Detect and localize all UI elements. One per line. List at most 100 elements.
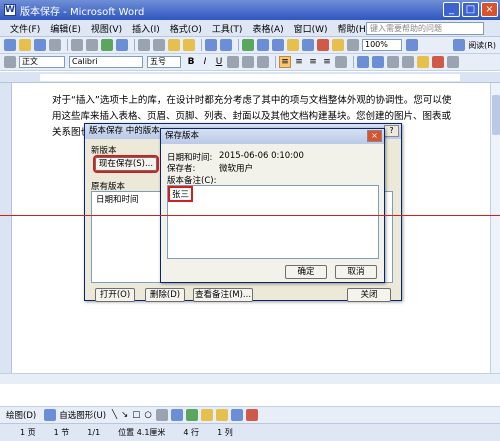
textbox-icon[interactable]: [155, 409, 168, 421]
vertical-ruler[interactable]: [0, 83, 12, 373]
status-bar: 1 页 1 节 1/1 位置 4.1厘米 4 行 1 列: [0, 423, 500, 441]
styles-icon[interactable]: [4, 56, 16, 68]
rectangle-icon[interactable]: □: [132, 410, 140, 420]
select-objects-icon[interactable]: [44, 409, 57, 421]
copy-icon[interactable]: [153, 39, 165, 51]
document-map-icon[interactable]: [332, 39, 344, 51]
line-spacing-icon[interactable]: [335, 56, 347, 68]
phonetic-icon[interactable]: [447, 56, 459, 68]
horizontal-scrollbar[interactable]: [0, 373, 500, 384]
menu-window[interactable]: 窗口(W): [294, 22, 328, 35]
read-label: 阅读(R): [468, 40, 496, 50]
delete-version-button[interactable]: 删除(D): [145, 288, 185, 302]
column-datetime-header[interactable]: 日期和时间: [96, 193, 139, 205]
tables-borders-icon[interactable]: [257, 39, 269, 51]
drawing-icon[interactable]: [317, 39, 329, 51]
italic-button[interactable]: I: [199, 56, 211, 68]
open-folder-icon[interactable]: [19, 39, 31, 51]
font-select[interactable]: Calibri: [69, 56, 143, 68]
print-preview-icon[interactable]: [86, 39, 98, 51]
font-size-select[interactable]: 五号: [147, 56, 181, 68]
paste-icon[interactable]: [168, 39, 180, 51]
font-color-draw-icon[interactable]: [245, 409, 258, 421]
picture-icon[interactable]: [200, 409, 213, 421]
research-icon[interactable]: [116, 39, 128, 51]
saved-by-label: 保存者:: [167, 164, 196, 174]
columns-icon[interactable]: [302, 39, 314, 51]
view-comments-button[interactable]: 查看备注(M)...: [193, 288, 253, 302]
highlight-icon[interactable]: [417, 56, 429, 68]
decrease-indent-icon[interactable]: [387, 56, 399, 68]
line-icon[interactable]: ╲: [112, 410, 117, 420]
format-painter-icon[interactable]: [183, 39, 195, 51]
underline-button[interactable]: U: [213, 56, 225, 68]
fill-color-icon[interactable]: [215, 409, 228, 421]
help-search-input[interactable]: 键入需要帮助的问题: [366, 22, 484, 35]
save-icon[interactable]: [34, 39, 46, 51]
char-scale-icon[interactable]: [257, 56, 269, 68]
read-mode-button[interactable]: 阅读(R): [453, 39, 496, 51]
save-version-close-button[interactable]: ×: [367, 130, 382, 142]
ruler-text-area: [40, 74, 460, 81]
hyperlink-icon[interactable]: [242, 39, 254, 51]
show-hide-icon[interactable]: [347, 39, 359, 51]
bold-button[interactable]: B: [185, 56, 197, 68]
minimize-button[interactable]: _: [443, 2, 460, 17]
cut-icon[interactable]: [138, 39, 150, 51]
menu-table[interactable]: 表格(A): [252, 22, 283, 35]
save-version-dialog: 保存版本 × 日期和时间: 2015-06-06 0:10:00 保存者: 微软…: [160, 128, 385, 283]
maximize-button[interactable]: □: [462, 2, 479, 17]
open-version-button[interactable]: 打开(O): [95, 288, 135, 302]
comment-textarea[interactable]: 张三: [167, 185, 379, 259]
vertical-scrollbar[interactable]: [490, 83, 500, 373]
arrow-icon[interactable]: ↘: [121, 410, 128, 420]
menu-insert[interactable]: 插入(I): [132, 22, 160, 35]
help-icon[interactable]: [406, 39, 418, 51]
line-color-icon[interactable]: [230, 409, 243, 421]
horizontal-ruler[interactable]: [0, 72, 500, 83]
menu-edit[interactable]: 编辑(E): [50, 22, 81, 35]
print-icon[interactable]: [71, 39, 83, 51]
permission-icon[interactable]: [49, 39, 61, 51]
cancel-button[interactable]: 取消: [335, 265, 377, 279]
increase-indent-icon[interactable]: [402, 56, 414, 68]
ok-button[interactable]: 确定: [285, 265, 327, 279]
autoshapes-menu[interactable]: 自选图形(U): [59, 409, 106, 421]
zoom-select[interactable]: 100%: [362, 39, 402, 51]
close-versions-button[interactable]: 关闭: [347, 288, 391, 302]
spelling-icon[interactable]: [101, 39, 113, 51]
versions-dialog-help-button[interactable]: ?: [384, 125, 399, 137]
numbering-icon[interactable]: [357, 56, 369, 68]
oval-icon[interactable]: ○: [144, 410, 151, 420]
bullets-icon[interactable]: [372, 56, 384, 68]
align-justify-icon[interactable]: ≡: [279, 56, 291, 68]
new-document-icon[interactable]: [4, 39, 16, 51]
save-now-button[interactable]: 现在保存(S)...: [93, 155, 159, 173]
menu-view[interactable]: 视图(V): [91, 22, 122, 35]
style-select[interactable]: 正文: [19, 56, 65, 68]
insert-table-icon[interactable]: [272, 39, 284, 51]
menu-tools[interactable]: 工具(T): [212, 22, 243, 35]
align-right-icon[interactable]: ≡: [307, 56, 319, 68]
font-color-icon[interactable]: [432, 56, 444, 68]
scroll-thumb[interactable]: [492, 95, 500, 135]
menu-help[interactable]: 帮助(H): [338, 22, 370, 35]
draw-menu[interactable]: 绘图(D): [6, 409, 36, 421]
wordart-icon[interactable]: [170, 409, 183, 421]
insert-excel-icon[interactable]: [287, 39, 299, 51]
close-window-button[interactable]: ×: [481, 2, 498, 17]
align-center-icon[interactable]: ≡: [293, 56, 305, 68]
menu-format[interactable]: 格式(O): [170, 22, 202, 35]
distributed-icon[interactable]: ≡: [321, 56, 333, 68]
new-version-label: 新版本: [91, 146, 117, 156]
char-shading-icon[interactable]: [242, 56, 254, 68]
title-bar: W 版本保存 - Microsoft Word _ □ ×: [0, 0, 500, 20]
undo-icon[interactable]: [205, 39, 217, 51]
char-border-icon[interactable]: [227, 56, 239, 68]
save-version-dialog-title: 保存版本 ×: [161, 129, 384, 144]
status-line: 4 行: [183, 428, 200, 437]
menu-file[interactable]: 文件(F): [10, 22, 40, 35]
clipart-icon[interactable]: [185, 409, 198, 421]
redo-icon[interactable]: [220, 39, 232, 51]
word-app-icon: W: [4, 4, 16, 16]
